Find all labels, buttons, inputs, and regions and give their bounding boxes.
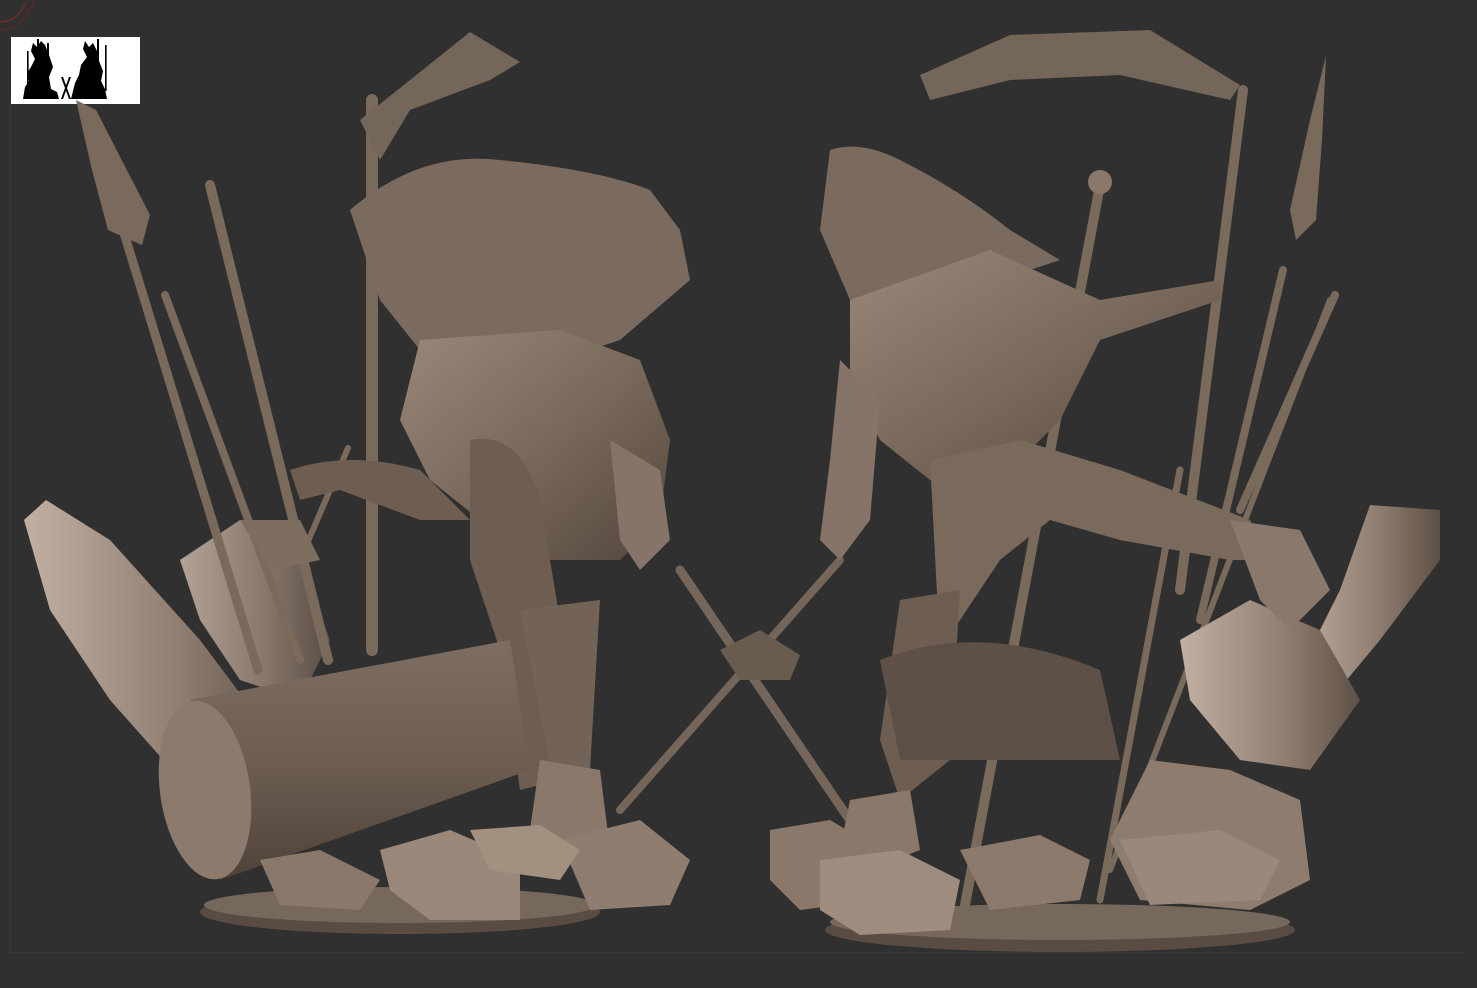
sculpt-figure-front-icon (770, 30, 1440, 952)
3d-viewport[interactable] (0, 0, 1477, 988)
